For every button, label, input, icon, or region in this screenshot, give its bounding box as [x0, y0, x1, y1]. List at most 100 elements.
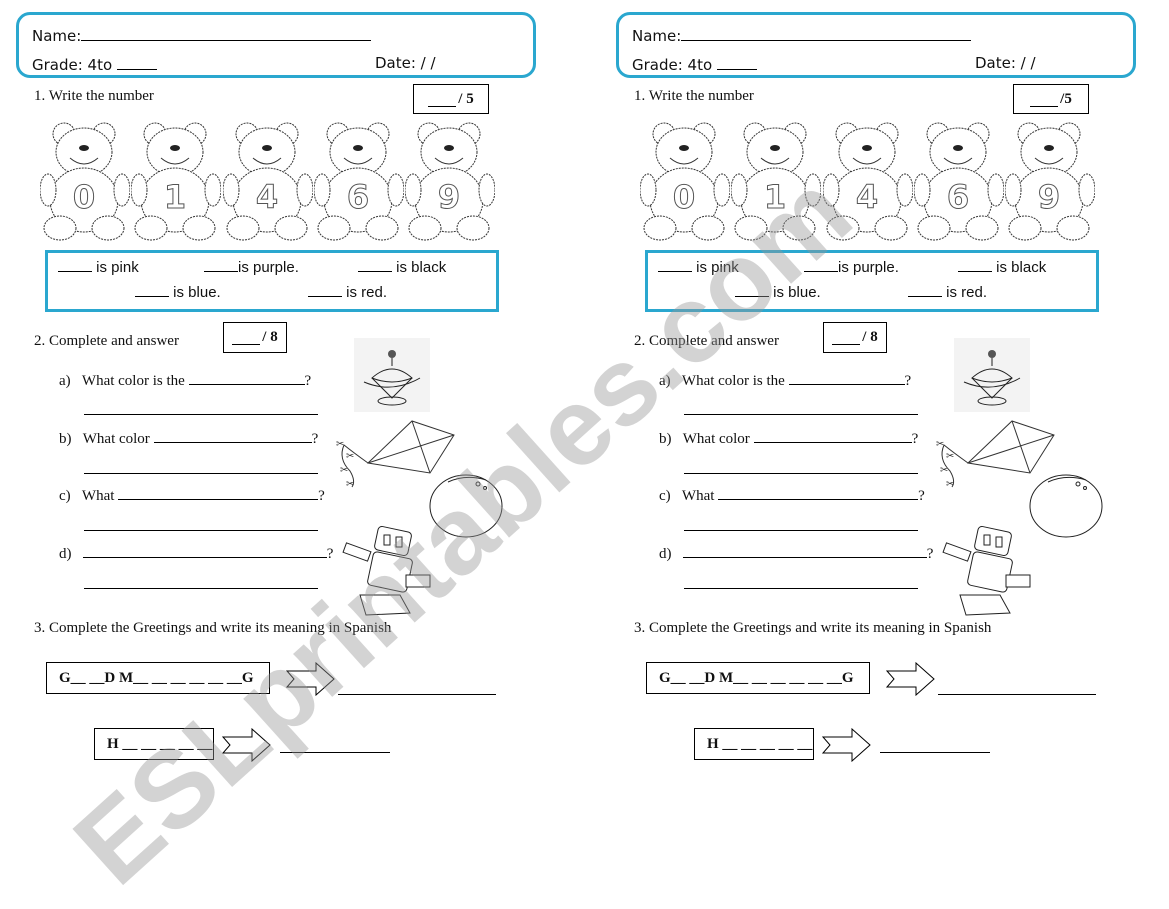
- worksheet-left: Name: Grade: 4to Date: / / 1. Write the …: [0, 0, 560, 821]
- bear-number: 4: [855, 178, 877, 216]
- answer-line-a[interactable]: [84, 414, 318, 415]
- bear-number: 9: [1038, 178, 1060, 216]
- spinning-top-picture: [954, 338, 1030, 412]
- answer-line-a[interactable]: [684, 414, 918, 415]
- question-2-score-box[interactable]: / 8: [223, 322, 287, 353]
- bear-number: 6: [947, 178, 969, 216]
- grade-blank[interactable]: [116, 54, 157, 70]
- arrow-icon: [286, 662, 335, 696]
- question-3-title: 3. Complete the Greetings and write its …: [34, 620, 392, 636]
- color-sentence[interactable]: is pink: [658, 257, 739, 276]
- question-2-score-box[interactable]: / 8: [823, 322, 887, 353]
- grade-field[interactable]: Grade: 4to: [32, 54, 157, 74]
- teddy-bear: 6: [313, 122, 404, 241]
- question-2-title: 2. Complete and answer: [634, 333, 779, 349]
- teddy-bears-row: 0 1 4 6 9: [640, 120, 1095, 242]
- question-2a[interactable]: a) What color is the ?: [659, 370, 911, 390]
- teddy-bear: 1: [731, 122, 822, 241]
- greeting-box-good-morning[interactable]: G__ __D M__ __ __ __ __ __G: [46, 662, 270, 694]
- color-sentence[interactable]: is blue.: [735, 282, 821, 301]
- color-sentences-box: is pink is purple. is black is blue. is …: [645, 250, 1099, 312]
- name-blank[interactable]: [681, 25, 972, 41]
- score-blank[interactable]: [832, 330, 861, 345]
- question-2b[interactable]: b) What color ?: [659, 428, 918, 448]
- color-sentence[interactable]: is purple.: [804, 257, 899, 276]
- bear-number: 0: [673, 178, 695, 216]
- svg-text:✂: ✂: [340, 465, 348, 476]
- arrow-icon: [886, 662, 935, 696]
- meaning-line-2[interactable]: [280, 752, 390, 753]
- question-1-score-box[interactable]: /5: [1013, 84, 1089, 114]
- svg-text:✂: ✂: [946, 451, 954, 462]
- name-label: Name:: [32, 27, 82, 45]
- name-field[interactable]: Name:: [632, 25, 972, 45]
- name-blank[interactable]: [81, 25, 372, 41]
- score-blank[interactable]: [232, 330, 261, 345]
- svg-text:✂: ✂: [940, 465, 948, 476]
- student-info-box: Name: Grade: 4to Date: / /: [16, 12, 536, 78]
- question-2c[interactable]: c) What ?: [659, 485, 925, 505]
- arrow-icon: [222, 728, 271, 762]
- svg-text:✂: ✂: [936, 439, 944, 450]
- question-2b[interactable]: b) What color ?: [59, 428, 318, 448]
- bear-number: 1: [164, 178, 186, 216]
- grade-field[interactable]: Grade: 4to: [632, 54, 757, 74]
- bear-number: 0: [73, 178, 95, 216]
- color-sentence[interactable]: is purple.: [204, 257, 299, 276]
- bear-number: 9: [438, 178, 460, 216]
- arrow-icon: [822, 728, 871, 762]
- answer-line-c[interactable]: [684, 530, 918, 531]
- question-2a[interactable]: a) What color is the ?: [59, 370, 311, 390]
- answer-line-c[interactable]: [84, 530, 318, 531]
- question-2c[interactable]: c) What ?: [59, 485, 325, 505]
- svg-text:✂: ✂: [336, 439, 344, 450]
- bear-number: 1: [764, 178, 786, 216]
- score-total: /5: [1060, 90, 1072, 107]
- date-field[interactable]: Date: / /: [975, 54, 1036, 72]
- score-blank[interactable]: [1030, 92, 1059, 107]
- svg-text:✂: ✂: [946, 479, 954, 490]
- score-blank[interactable]: [428, 92, 457, 107]
- teddy-bear: 4: [222, 122, 313, 241]
- greeting-box-hello[interactable]: H __ __ __ __ __: [94, 728, 214, 760]
- color-sentence[interactable]: is blue.: [135, 282, 221, 301]
- question-2-title: 2. Complete and answer: [34, 333, 179, 349]
- color-sentence[interactable]: is pink: [58, 257, 139, 276]
- meaning-line-1[interactable]: [338, 694, 496, 695]
- greeting-box-good-morning[interactable]: G__ __D M__ __ __ __ __ __G: [646, 662, 870, 694]
- grade-label: Grade: 4to: [632, 56, 713, 74]
- color-sentence[interactable]: is black: [958, 257, 1046, 276]
- greeting-box-hello[interactable]: H __ __ __ __ __: [694, 728, 814, 760]
- answer-line-d[interactable]: [84, 588, 318, 589]
- teddy-bear: 4: [822, 122, 913, 241]
- date-field[interactable]: Date: / /: [375, 54, 436, 72]
- meaning-line-1[interactable]: [938, 694, 1096, 695]
- question-2d[interactable]: d) ?: [59, 543, 333, 563]
- grade-blank[interactable]: [716, 54, 757, 70]
- teddy-bear: 9: [1005, 122, 1095, 241]
- color-sentence[interactable]: is black: [358, 257, 446, 276]
- color-sentence[interactable]: is red.: [308, 282, 387, 301]
- teddy-bear: 9: [405, 122, 495, 241]
- question-1-title: 1. Write the number: [34, 88, 154, 104]
- spinning-top-picture: [354, 338, 430, 412]
- answer-line-b[interactable]: [84, 473, 318, 474]
- color-sentences-box: is pink is purple. is black is blue. is …: [45, 250, 499, 312]
- question-1-title: 1. Write the number: [634, 88, 754, 104]
- bear-number: 4: [255, 178, 277, 216]
- question-1-score-box[interactable]: / 5: [413, 84, 489, 114]
- teddy-bear: 0: [40, 122, 130, 241]
- answer-line-b[interactable]: [684, 473, 918, 474]
- score-total: / 8: [262, 329, 278, 345]
- question-3-title: 3. Complete the Greetings and write its …: [634, 620, 992, 636]
- teddy-bear: 6: [913, 122, 1004, 241]
- color-sentence[interactable]: is red.: [908, 282, 987, 301]
- question-2d[interactable]: d) ?: [659, 543, 933, 563]
- ball-picture: [429, 474, 503, 538]
- student-info-box: Name: Grade: 4to Date: / /: [616, 12, 1136, 78]
- name-field[interactable]: Name:: [32, 25, 372, 45]
- meaning-line-2[interactable]: [880, 752, 990, 753]
- answer-line-d[interactable]: [684, 588, 918, 589]
- robot-picture: [342, 525, 431, 616]
- ball-picture: [1029, 474, 1103, 538]
